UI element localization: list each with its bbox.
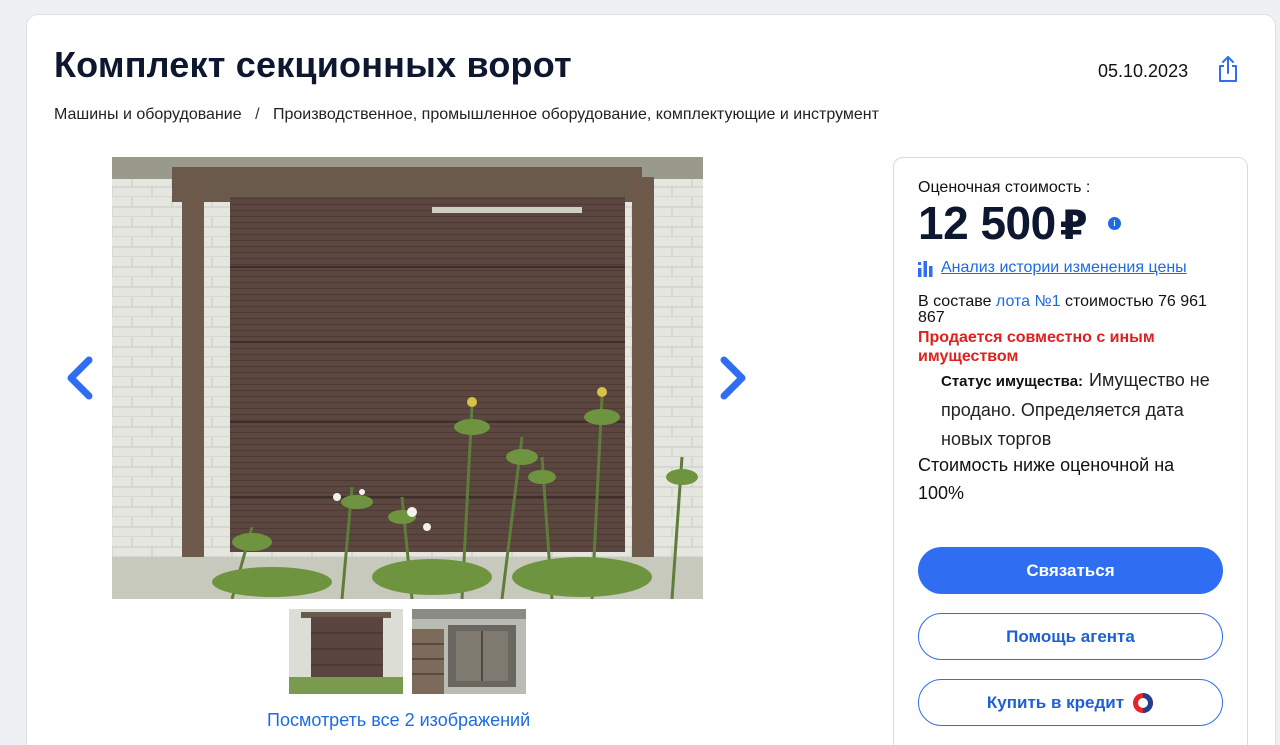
price-amount: 12 500 bbox=[918, 197, 1056, 249]
breadcrumb: Машины и оборудование / Производственное… bbox=[54, 106, 879, 124]
see-all-images-link[interactable]: Посмотреть все 2 изображений bbox=[267, 710, 530, 731]
contact-button-label: Связаться bbox=[1026, 560, 1115, 580]
buy-credit-button[interactable]: Купить в кредит bbox=[918, 679, 1223, 726]
joint-sale-warning: Продается совместно с иным имуществом bbox=[918, 329, 1155, 365]
agent-help-button-label: Помощь агента bbox=[1006, 626, 1135, 646]
bar-chart-icon bbox=[918, 261, 933, 277]
composition-prefix: В составе bbox=[918, 293, 992, 310]
agent-help-button[interactable]: Помощь агента bbox=[918, 613, 1223, 660]
property-status: Статус имущества: Имущество не продано. О… bbox=[941, 366, 1231, 454]
main-photo[interactable] bbox=[112, 157, 703, 599]
page-title: Комплект секционных ворот bbox=[54, 44, 572, 85]
lot-composition: В составе лота №1 стоимостью 76 961 867 bbox=[918, 294, 1218, 326]
price-history-label[interactable]: Анализ истории изменения цены bbox=[941, 259, 1187, 277]
info-icon[interactable]: i bbox=[1108, 217, 1121, 230]
chevron-left-icon[interactable] bbox=[63, 354, 97, 402]
estimate-label: Оценочная стоимость : bbox=[918, 179, 1091, 196]
breadcrumb-item-industrial[interactable]: Производственное, промышленное оборудова… bbox=[273, 106, 879, 123]
price-value: 12 500 ₽ bbox=[918, 196, 1088, 250]
buy-credit-button-label: Купить в кредит bbox=[986, 692, 1125, 712]
below-estimate-text: Стоимость ниже оценочной на 100% bbox=[918, 455, 1175, 503]
share-icon[interactable] bbox=[1215, 54, 1241, 84]
chevron-right-icon[interactable] bbox=[716, 354, 750, 402]
status-label: Статус имущества: bbox=[941, 373, 1084, 390]
thumbnail-2[interactable] bbox=[412, 609, 526, 694]
currency-symbol: ₽ bbox=[1059, 204, 1088, 248]
lot-link[interactable]: лота №1 bbox=[996, 293, 1061, 310]
listing-date: 05.10.2023 bbox=[1098, 61, 1189, 81]
breadcrumb-separator: / bbox=[255, 106, 260, 123]
thumbnail-1[interactable] bbox=[289, 609, 403, 694]
contact-button[interactable]: Связаться bbox=[918, 547, 1223, 594]
bank-logo-icon bbox=[1133, 692, 1154, 713]
price-history-link[interactable]: Анализ истории изменения цены bbox=[917, 258, 1187, 278]
breadcrumb-item-machines[interactable]: Машины и оборудование bbox=[54, 106, 242, 123]
